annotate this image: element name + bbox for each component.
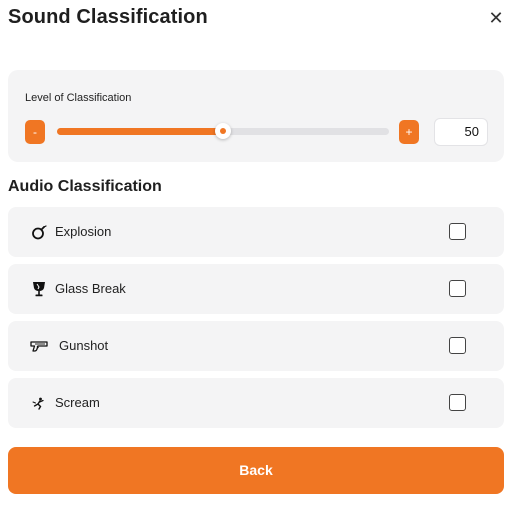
slider-fill: [57, 128, 223, 135]
close-icon[interactable]: ✕: [486, 8, 506, 28]
back-button[interactable]: Back: [8, 447, 504, 494]
level-slider[interactable]: [57, 123, 389, 139]
item-label: Scream: [55, 395, 100, 410]
scream-icon: [30, 394, 48, 412]
glass-break-checkbox[interactable]: [449, 280, 466, 297]
item-label: Explosion: [55, 224, 112, 239]
slider-thumb[interactable]: [215, 123, 231, 139]
list-item-gunshot[interactable]: Gunshot: [8, 321, 504, 371]
increase-button[interactable]: +: [399, 120, 419, 144]
level-label: Level of Classification: [25, 92, 132, 104]
gun-icon: [30, 337, 48, 355]
item-label: Gunshot: [59, 338, 109, 353]
list-item-scream[interactable]: Scream: [8, 378, 504, 428]
scream-checkbox[interactable]: [449, 394, 466, 411]
decrease-button[interactable]: -: [25, 120, 45, 144]
level-value-input[interactable]: 50: [434, 118, 488, 146]
list-item-glass-break[interactable]: Glass Break: [8, 264, 504, 314]
page-title: Sound Classification: [8, 6, 208, 28]
classification-level-card: Level of Classification - + 50: [8, 70, 504, 162]
list-item-explosion[interactable]: Explosion: [8, 207, 504, 257]
item-label: Glass Break: [55, 281, 126, 296]
section-title: Audio Classification: [8, 178, 162, 195]
gunshot-checkbox[interactable]: [449, 337, 466, 354]
bomb-icon: [30, 223, 48, 241]
explosion-checkbox[interactable]: [449, 223, 466, 240]
broken-glass-icon: [30, 280, 48, 298]
dialog-header: Sound Classification ✕: [0, 0, 513, 40]
